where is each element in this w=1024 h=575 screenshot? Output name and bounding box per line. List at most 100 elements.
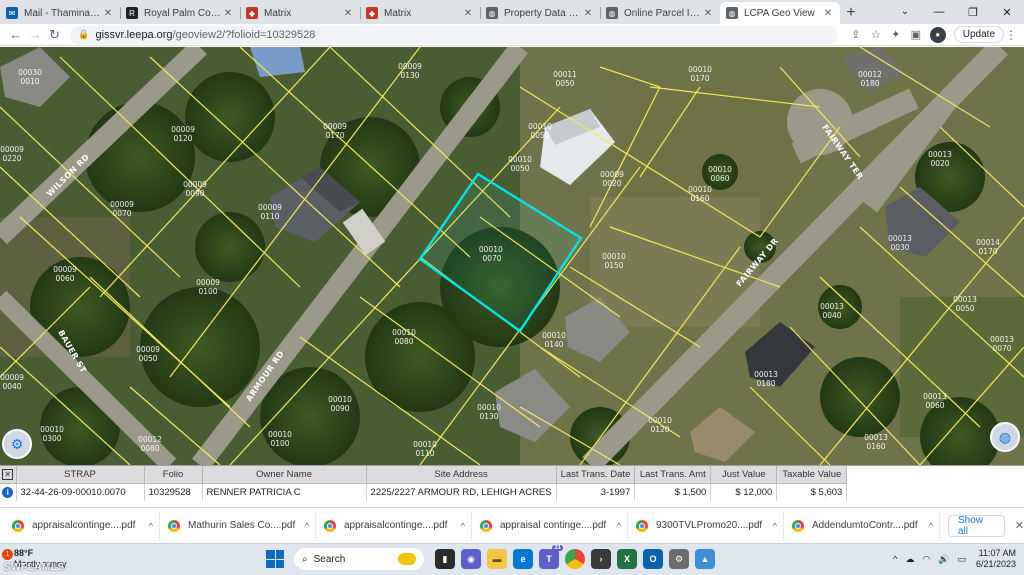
download-item[interactable]: 9300TVLPromo20....pdf ^	[630, 511, 784, 540]
photos-icon[interactable]: ▲	[695, 549, 715, 569]
menu-kebab-icon[interactable]: ⋮	[1004, 28, 1018, 42]
new-tab-button[interactable]: +	[840, 2, 862, 24]
parcel-label[interactable]: 00013 0030	[888, 234, 912, 252]
forward-button[interactable]: →	[25, 25, 44, 45]
tab-close-icon[interactable]: ✕	[222, 8, 234, 19]
chat-icon[interactable]: ◉	[461, 549, 481, 569]
browser-tab[interactable]: ◆ Matrix ✕	[360, 2, 480, 24]
parcel-label[interactable]: 00010 0160	[688, 185, 712, 203]
parcel-label[interactable]: 00010 0170	[688, 65, 712, 83]
excel-icon[interactable]: X	[617, 549, 637, 569]
clock[interactable]: 11:07 AM 6/21/2023	[976, 548, 1016, 570]
browser-tab[interactable]: ◍ Property Data Search✕	[480, 2, 600, 24]
parcel-label[interactable]: 00010 0060	[708, 165, 732, 183]
parcel-label[interactable]: 00013 0070	[990, 335, 1014, 353]
tab-close-icon[interactable]: ✕	[462, 8, 474, 19]
extensions-puzzle-icon[interactable]: ✦	[886, 25, 906, 45]
taskbar-search-box[interactable]: ⌕ Search	[294, 548, 424, 570]
show-all-downloads-button[interactable]: Show all	[948, 514, 1005, 537]
teams-icon[interactable]: T 31	[539, 545, 563, 569]
tab-close-icon[interactable]: ✕	[582, 8, 594, 19]
download-menu-caret-icon[interactable]: ^	[461, 521, 465, 531]
parcel-label[interactable]: 00011 0050	[553, 70, 577, 88]
parcel-label[interactable]: 00013 0040	[820, 302, 844, 320]
parcel-label[interactable]: 00030 0010	[18, 68, 42, 86]
browser-tab[interactable]: ◍ LCPA Geo View ✕	[720, 2, 840, 24]
parcel-label[interactable]: 00009 0090	[183, 180, 207, 198]
parcel-label[interactable]: 00009 0050	[136, 345, 160, 363]
table-row[interactable]: i 32-44-26-09-00010.0070 10329528 RENNER…	[0, 483, 848, 501]
browser-tab[interactable]: ✉ Mail - Thamina Qureshi✕	[0, 2, 120, 24]
parcel-label[interactable]: 00010 0080	[392, 328, 416, 346]
col-just-value[interactable]: Just Value	[710, 466, 778, 484]
start-windows-icon[interactable]	[266, 550, 284, 568]
cloud-icon[interactable]: ☁	[905, 554, 914, 565]
parcel-label[interactable]: 00010 0050	[508, 155, 532, 173]
col-address[interactable]: Site Address	[366, 466, 557, 484]
info-icon[interactable]: i	[2, 486, 14, 498]
download-menu-caret-icon[interactable]: ^	[617, 521, 621, 531]
parcel-label[interactable]: 00009 0020	[600, 170, 624, 188]
col-strap[interactable]: STRAP	[16, 466, 145, 484]
parcel-label[interactable]: 00013 0060	[923, 392, 947, 410]
parcel-label[interactable]: 00009 0120	[171, 125, 195, 143]
volume-icon[interactable]: 🔊	[938, 554, 949, 565]
download-item[interactable]: appraisal continge....pdf ^	[474, 511, 628, 540]
selected-parcel[interactable]: 00010 0070	[479, 245, 505, 263]
download-menu-caret-icon[interactable]: ^	[149, 521, 153, 531]
parcel-label[interactable]: 00009 0170	[323, 122, 347, 140]
parcel-label[interactable]: 00012 0180	[858, 70, 882, 88]
parcel-label[interactable]: 00010 0120	[648, 416, 672, 434]
bookmark-star-icon[interactable]: ☆	[866, 25, 886, 45]
side-panel-icon[interactable]: ▣	[906, 25, 926, 45]
parcel-label[interactable]: 00010 0150	[602, 252, 626, 270]
col-owner[interactable]: Owner Name	[202, 466, 367, 484]
terminal-icon[interactable]: ›	[591, 549, 611, 569]
globe-overview-icon[interactable]: ◍	[990, 422, 1020, 452]
tab-search-chevron-icon[interactable]: ⌄	[896, 2, 914, 20]
parcel-label[interactable]: 00010 0100	[268, 430, 292, 448]
browser-tab[interactable]: R Royal Palm Coast REALTOR✕	[120, 2, 240, 24]
download-menu-caret-icon[interactable]: ^	[305, 521, 309, 531]
parcel-label[interactable]: 00009 0110	[258, 203, 282, 221]
close-icon[interactable]: ✕	[2, 468, 14, 480]
parcel-label[interactable]: 00014 0170	[976, 238, 1000, 256]
settings-gear-icon[interactable]: ⚙	[669, 549, 689, 569]
parcel-label[interactable]: 00013 0050	[953, 295, 977, 313]
map-tools-icon[interactable]: ⚙	[2, 429, 32, 459]
restore-button[interactable]: ❐	[956, 0, 990, 24]
task-view-icon[interactable]: ▮	[435, 549, 455, 569]
tab-close-icon[interactable]: ✕	[342, 8, 354, 19]
col-last-amt[interactable]: Last Trans. Amt	[634, 466, 712, 484]
download-item[interactable]: Mathurin Sales Co....pdf ^	[162, 511, 316, 540]
parcel-label[interactable]: 00009 0070	[110, 200, 134, 218]
tab-close-icon[interactable]: ✕	[822, 8, 834, 19]
parcel-label[interactable]: 00013 0180	[754, 370, 778, 388]
tab-close-icon[interactable]: ✕	[102, 8, 114, 19]
battery-icon[interactable]: ▭	[957, 554, 966, 565]
parcel-label[interactable]: 00010 0090	[328, 395, 352, 413]
share-icon[interactable]: ⇪	[846, 25, 866, 45]
parcel-label[interactable]: 00010 0110	[413, 440, 437, 458]
profile-avatar[interactable]: ●	[929, 26, 946, 43]
parcel-label[interactable]: 00013 0160	[864, 433, 888, 451]
lock-icon[interactable]: 🔒	[78, 29, 89, 40]
back-button[interactable]: ←	[6, 25, 25, 45]
chrome-icon[interactable]	[565, 549, 585, 569]
col-folio[interactable]: Folio	[144, 466, 203, 484]
close-window-button[interactable]: ✕	[990, 0, 1024, 24]
browser-tab[interactable]: ◆ Matrix ✕	[240, 2, 360, 24]
col-taxable-value[interactable]: Taxable Value	[776, 466, 848, 484]
download-item[interactable]: appraisalcontinge....pdf ^	[6, 511, 160, 540]
update-button[interactable]: Update	[953, 26, 1005, 43]
outlook-icon[interactable]: O	[643, 549, 663, 569]
parcel-label[interactable]: 00010 0140	[542, 331, 566, 349]
col-last-date[interactable]: Last Trans. Date	[556, 466, 636, 484]
address-bar[interactable]: 🔒 gissvr.leepa.org /geoview2/?folioid=10…	[70, 25, 838, 44]
parcel-map[interactable]: WILSON RD ARMOUR RD FAIRWAY TER FAIRWAY …	[0, 47, 1024, 465]
wifi-icon[interactable]: ◠	[922, 554, 930, 565]
tab-close-icon[interactable]: ✕	[702, 8, 714, 19]
download-item[interactable]: appraisalcontinge....pdf ^	[318, 511, 472, 540]
download-item[interactable]: AddendumtoContr....pdf ^	[786, 511, 940, 540]
download-menu-caret-icon[interactable]: ^	[929, 521, 933, 531]
